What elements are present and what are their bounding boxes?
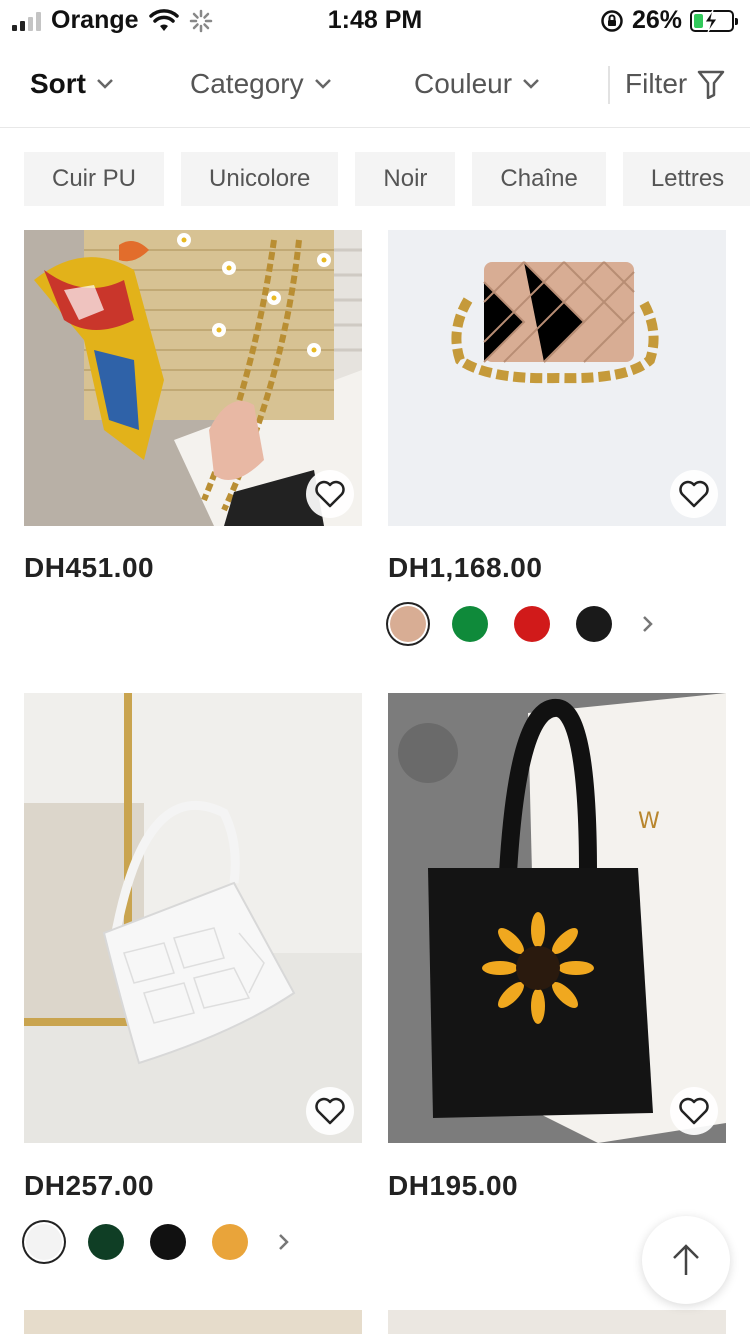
attribute-chips: Cuir PU Unicolore Noir Chaîne Lettres [24,152,750,206]
cellular-signal-icon [12,11,41,31]
chevron-down-icon [97,79,113,89]
more-colors-button[interactable] [274,1232,294,1252]
product-image[interactable] [388,1310,726,1334]
more-colors-button[interactable] [638,614,658,634]
chevron-right-icon [279,1234,289,1250]
scroll-to-top-button[interactable] [642,1216,730,1304]
chip-chaine[interactable]: Chaîne [472,152,606,206]
sort-dropdown[interactable]: Sort [30,68,114,100]
battery-icon [690,9,738,32]
product-image[interactable] [24,693,362,1143]
color-swatch[interactable] [88,1224,124,1260]
filter-label: Filter [625,68,688,99]
status-bar: Orange 1:48 PM 26% [0,0,750,42]
category-dropdown[interactable]: Category [190,68,332,100]
filter-bar: Sort Category Couleur Filter [0,42,750,128]
carrier-name: Orange [51,6,139,34]
favorite-button[interactable] [670,1087,718,1135]
product-image[interactable]: W [388,693,726,1143]
product-price: DH195.00 [388,1170,519,1201]
color-swatch[interactable] [150,1224,186,1260]
chevron-down-icon [314,79,331,89]
couleur-dropdown[interactable]: Couleur [414,68,540,100]
wifi-icon [148,8,179,31]
product-price: DH451.00 [24,552,155,583]
chip-lettres[interactable]: Lettres [622,152,750,206]
color-swatch[interactable] [390,606,426,642]
battery-percentage: 26% [631,6,682,34]
color-swatch[interactable] [26,1224,62,1260]
chevron-down-icon [523,79,539,89]
chip-noir[interactable]: Noir [355,152,456,206]
chevron-right-icon [643,616,653,632]
product-price: DH1,168.00 [388,552,543,583]
heart-outline-icon [315,480,345,508]
favorite-button[interactable] [306,470,354,518]
chip-unicolore[interactable]: Unicolore [181,152,339,206]
sort-label: Sort [30,68,86,99]
color-swatches [26,1224,294,1260]
color-swatch[interactable] [452,606,488,642]
heart-outline-icon [679,1097,709,1125]
heart-outline-icon [679,480,709,508]
color-swatches [390,606,658,642]
favorite-button[interactable] [306,1087,354,1135]
category-label: Category [190,68,304,99]
arrow-up-icon [673,1244,699,1275]
color-swatch[interactable] [514,606,550,642]
svg-text:W: W [638,809,660,834]
chip-cuir-pu[interactable]: Cuir PU [24,152,165,206]
filter-divider [608,66,610,104]
color-swatch[interactable] [212,1224,248,1260]
product-price: DH257.00 [24,1170,155,1201]
couleur-label: Couleur [414,68,513,99]
loading-spinner-icon [189,9,212,32]
color-swatch[interactable] [576,606,612,642]
product-image[interactable] [388,230,726,526]
funnel-icon [697,70,725,99]
orientation-lock-icon [601,9,623,32]
product-image[interactable] [24,230,362,526]
filter-button[interactable]: Filter [625,68,725,100]
favorite-button[interactable] [670,470,718,518]
heart-outline-icon [315,1097,345,1125]
product-image[interactable] [24,1310,362,1334]
